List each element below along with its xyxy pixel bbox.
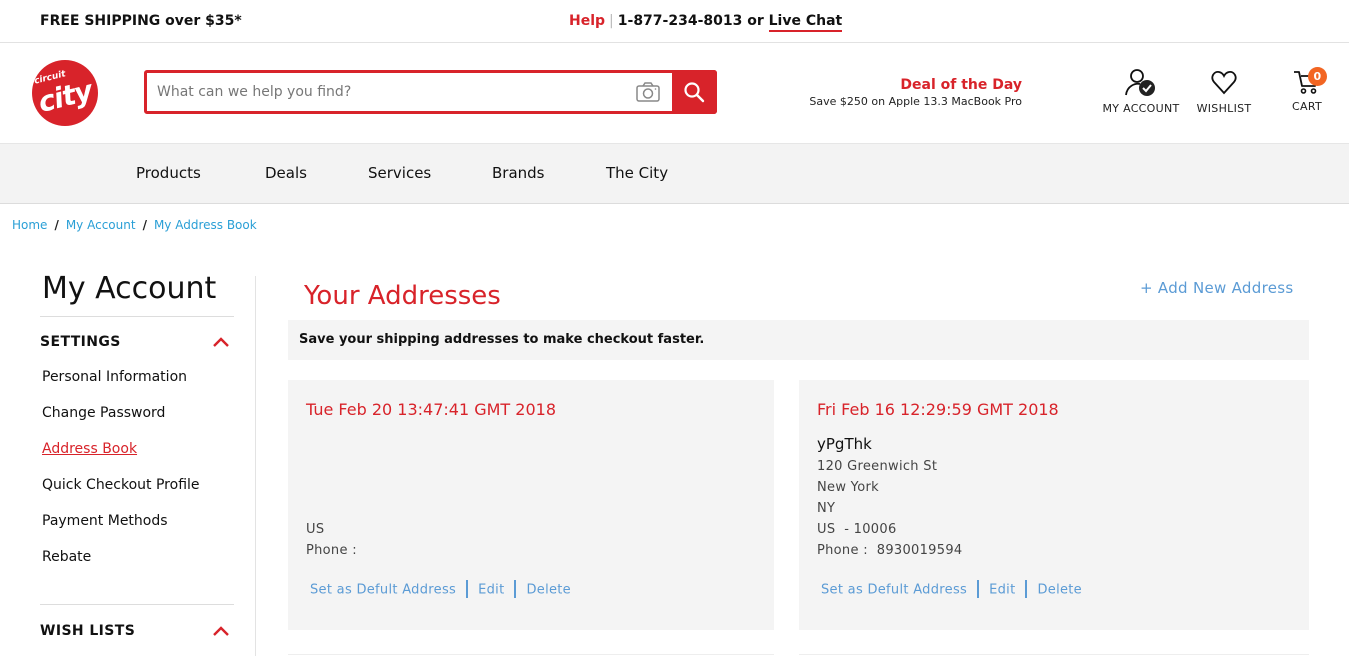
breadcrumb-address-book[interactable]: My Address Book xyxy=(154,218,257,232)
breadcrumb-separator: / xyxy=(54,218,59,232)
deal-title: Deal of the Day xyxy=(900,77,1022,93)
chevron-up-icon[interactable] xyxy=(213,337,229,347)
set-default-address-link[interactable]: Set as Defult Address xyxy=(821,583,967,598)
sidebar-item-personal-information[interactable]: Personal Information xyxy=(42,369,187,385)
search-bar xyxy=(144,70,717,114)
search-icon xyxy=(684,82,705,103)
address-date: Tue Feb 20 13:47:41 GMT 2018 xyxy=(306,400,556,419)
address-state: NY xyxy=(817,501,836,516)
divider xyxy=(40,604,234,605)
address-phone: Phone : xyxy=(306,543,357,558)
nav-item-services[interactable]: Services xyxy=(368,164,431,182)
address-country-zip: US - 10006 xyxy=(817,522,897,537)
address-card: Fri Feb 16 12:29:59 GMT 2018 yPgThk 120 … xyxy=(799,380,1309,630)
address-date: Fri Feb 16 12:29:59 GMT 2018 xyxy=(817,400,1059,419)
info-banner: Save your shipping addresses to make che… xyxy=(288,320,1309,360)
user-check-icon xyxy=(1125,69,1155,96)
nav-item-brands[interactable]: Brands xyxy=(492,164,545,182)
cart-count-badge: 0 xyxy=(1308,67,1327,86)
wish-lists-heading[interactable]: WISH LISTS xyxy=(40,623,135,639)
add-new-address-link[interactable]: + Add New Address xyxy=(1140,279,1293,297)
breadcrumb: Home / My Account / My Address Book xyxy=(12,218,257,232)
breadcrumb-home[interactable]: Home xyxy=(12,218,47,232)
search-input[interactable] xyxy=(157,79,627,105)
info-banner-text: Save your shipping addresses to make che… xyxy=(299,332,705,347)
chevron-up-icon[interactable] xyxy=(213,626,229,636)
settings-heading[interactable]: SETTINGS xyxy=(40,334,121,350)
delete-address-link[interactable]: Delete xyxy=(1037,583,1082,598)
heart-icon xyxy=(1211,71,1237,95)
camera-icon[interactable] xyxy=(635,81,661,103)
help-link[interactable]: Help xyxy=(569,13,605,29)
wishlist-label: WISHLIST xyxy=(1196,102,1252,115)
address-actions: Set as Defult Address Edit Delete xyxy=(310,580,571,599)
action-divider xyxy=(1025,580,1028,598)
set-default-address-link[interactable]: Set as Defult Address xyxy=(310,583,456,598)
main-nav: Products Deals Services Brands The City xyxy=(0,143,1349,204)
breadcrumb-separator: / xyxy=(142,218,147,232)
separator: | xyxy=(609,13,614,29)
divider xyxy=(40,316,234,317)
header: circuit city Deal of the Day Save $250 o… xyxy=(0,43,1349,143)
sidebar-item-address-book[interactable]: Address Book xyxy=(42,441,137,457)
sidebar-item-rebate[interactable]: Rebate xyxy=(42,549,91,565)
nav-item-products[interactable]: Products xyxy=(136,164,201,182)
nav-item-deals[interactable]: Deals xyxy=(265,164,307,182)
wishlist-button[interactable]: WISHLIST xyxy=(1192,68,1256,115)
deal-of-the-day[interactable]: Deal of the Day Save $250 on Apple 13.3 … xyxy=(805,77,1022,108)
edit-address-link[interactable]: Edit xyxy=(989,583,1015,598)
sidebar-item-change-password[interactable]: Change Password xyxy=(42,405,165,421)
free-shipping-text: FREE SHIPPING over $35* xyxy=(40,13,242,29)
circuit-city-logo[interactable]: circuit city xyxy=(32,60,98,126)
my-account-button[interactable]: MY ACCOUNT xyxy=(1098,68,1184,115)
delete-address-link[interactable]: Delete xyxy=(526,583,571,598)
top-bar: FREE SHIPPING over $35* Help | 1-877-234-8… xyxy=(0,0,1349,43)
breadcrumb-my-account[interactable]: My Account xyxy=(66,218,136,232)
action-divider xyxy=(466,580,469,598)
nav-item-the-city[interactable]: The City xyxy=(606,164,668,182)
deal-subtitle: Save $250 on Apple 13.3 MacBook Pro xyxy=(809,95,1022,108)
my-account-label: MY ACCOUNT xyxy=(1102,102,1180,115)
address-actions: Set as Defult Address Edit Delete xyxy=(821,580,1082,599)
address-name: yPgThk xyxy=(817,435,872,453)
address-phone: Phone : 8930019594 xyxy=(817,543,963,558)
address-city: New York xyxy=(817,480,879,495)
sidebar-item-payment-methods[interactable]: Payment Methods xyxy=(42,513,168,529)
sidebar-item-quick-checkout-profile[interactable]: Quick Checkout Profile xyxy=(42,477,200,493)
live-chat-link[interactable]: Live Chat xyxy=(768,13,843,32)
action-divider xyxy=(514,580,517,598)
address-card: Tue Feb 20 13:47:41 GMT 2018 US Phone : … xyxy=(288,380,774,630)
page-title: Your Addresses xyxy=(304,281,501,311)
action-divider xyxy=(977,580,980,598)
edit-address-link[interactable]: Edit xyxy=(478,583,504,598)
address-country-zip: US xyxy=(306,522,325,537)
address-street: 120 Greenwich St xyxy=(817,459,938,474)
cart-label: CART xyxy=(1292,100,1322,113)
sidebar-title: My Account xyxy=(42,271,217,306)
cart-button[interactable]: 0 CART xyxy=(1283,67,1331,113)
sidebar-divider xyxy=(255,276,256,656)
contact-info: Help | 1-877-234-8013 or Live Chat xyxy=(569,13,843,32)
phone-number: 1-877-234-8013 or xyxy=(617,13,764,29)
search-button[interactable] xyxy=(672,70,717,114)
